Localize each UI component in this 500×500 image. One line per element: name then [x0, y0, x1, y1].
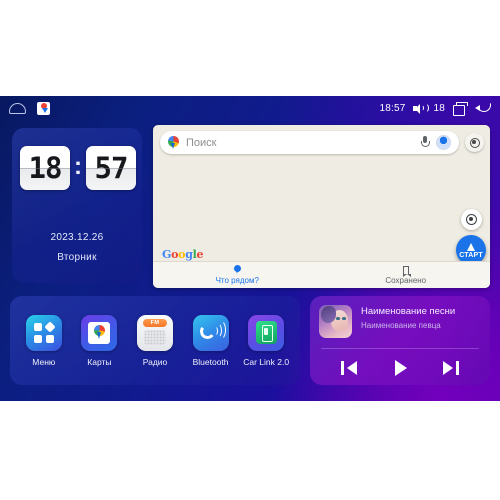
skip-next-icon[interactable] — [442, 360, 460, 376]
google-maps-pin-icon — [168, 136, 179, 149]
recenter-compass-icon[interactable] — [461, 209, 482, 230]
pin-icon — [233, 265, 241, 274]
album-art — [319, 305, 352, 338]
search-placeholder: Поиск — [186, 136, 217, 149]
skip-previous-icon[interactable] — [340, 360, 358, 376]
status-bar-left — [9, 101, 50, 115]
divider — [321, 348, 479, 349]
app-menu-label: Меню — [32, 356, 56, 367]
music-controls — [310, 354, 490, 382]
microphone-icon[interactable] — [420, 136, 431, 149]
clock-hours: 18 — [20, 146, 70, 190]
app-car-link[interactable]: Car Link 2.0 — [239, 314, 293, 367]
back-icon[interactable] — [475, 102, 491, 114]
google-maps-icon[interactable] — [37, 101, 50, 115]
bluetooth-headset-icon — [192, 314, 229, 351]
app-bluetooth-label: Bluetooth — [192, 356, 229, 367]
maps-icon — [81, 314, 118, 351]
clock-widget[interactable]: 18 : 57 2023.12.26 Вторник — [12, 128, 142, 283]
date-text: 2023.12.26 — [50, 232, 104, 243]
tab-nearby-label: Что рядом? — [215, 276, 259, 285]
tab-saved[interactable]: Сохранено — [322, 262, 491, 288]
maps-search-row: Поиск — [160, 131, 484, 154]
track-title: Наименование песни — [361, 306, 456, 317]
car-link-icon — [248, 314, 285, 351]
google-logo: Google — [162, 248, 204, 261]
clock-minutes: 57 — [86, 146, 136, 190]
status-bar-right: 18:57 18 — [379, 102, 491, 116]
bookmark-icon — [402, 265, 411, 277]
music-player-widget[interactable]: Наименование песни Наименование певца — [310, 296, 490, 385]
speaker-icon[interactable] — [413, 103, 429, 114]
navigation-arrow-icon — [467, 243, 475, 251]
start-button-label: СТАРТ — [459, 252, 483, 259]
app-dock: Меню Карты FM Радио Bluetooth Car Link 2… — [10, 296, 300, 385]
maps-bottom-tabs: Что рядом? Сохранено — [153, 261, 490, 288]
app-radio-label: Радио — [142, 356, 168, 367]
google-maps-widget[interactable]: Поиск Google СТАРТ Что рядом? Сохранено — [153, 125, 490, 288]
search-input[interactable]: Поиск — [160, 131, 459, 154]
music-meta: Наименование песни Наименование певца — [361, 305, 455, 330]
status-bar: 18:57 18 — [0, 96, 500, 120]
play-icon[interactable] — [391, 360, 409, 376]
app-bluetooth[interactable]: Bluetooth — [184, 314, 238, 367]
tab-nearby[interactable]: Что рядом? — [153, 262, 322, 288]
app-maps[interactable]: Карты — [72, 314, 126, 367]
app-menu[interactable]: Меню — [17, 314, 71, 367]
weekday-text: Вторник — [57, 252, 97, 263]
radio-band-label: FM — [142, 318, 167, 327]
date-block: 2023.12.26 Вторник — [12, 232, 142, 263]
music-info-row: Наименование песни Наименование певца — [319, 305, 481, 338]
clock-separator: : — [74, 152, 82, 180]
app-radio[interactable]: FM Радио — [128, 314, 182, 367]
menu-grid-icon — [25, 314, 62, 351]
radio-icon: FM — [136, 314, 173, 351]
tab-saved-label: Сохранено — [385, 275, 427, 285]
app-car-link-label: Car Link 2.0 — [243, 356, 290, 367]
flip-clock: 18 : 57 — [20, 146, 136, 190]
car-head-unit-home-screen: 18:57 18 18 : 57 2023.12.26 Вторник Поис… — [0, 96, 500, 401]
recents-icon[interactable] — [453, 102, 468, 116]
volume-level: 18 — [433, 102, 445, 114]
status-time: 18:57 — [379, 102, 406, 114]
app-maps-label: Карты — [87, 356, 112, 367]
map-settings-icon[interactable] — [465, 133, 484, 152]
home-icon[interactable] — [9, 102, 26, 114]
account-avatar[interactable] — [436, 135, 451, 150]
track-artist: Наименование певца — [361, 321, 441, 330]
